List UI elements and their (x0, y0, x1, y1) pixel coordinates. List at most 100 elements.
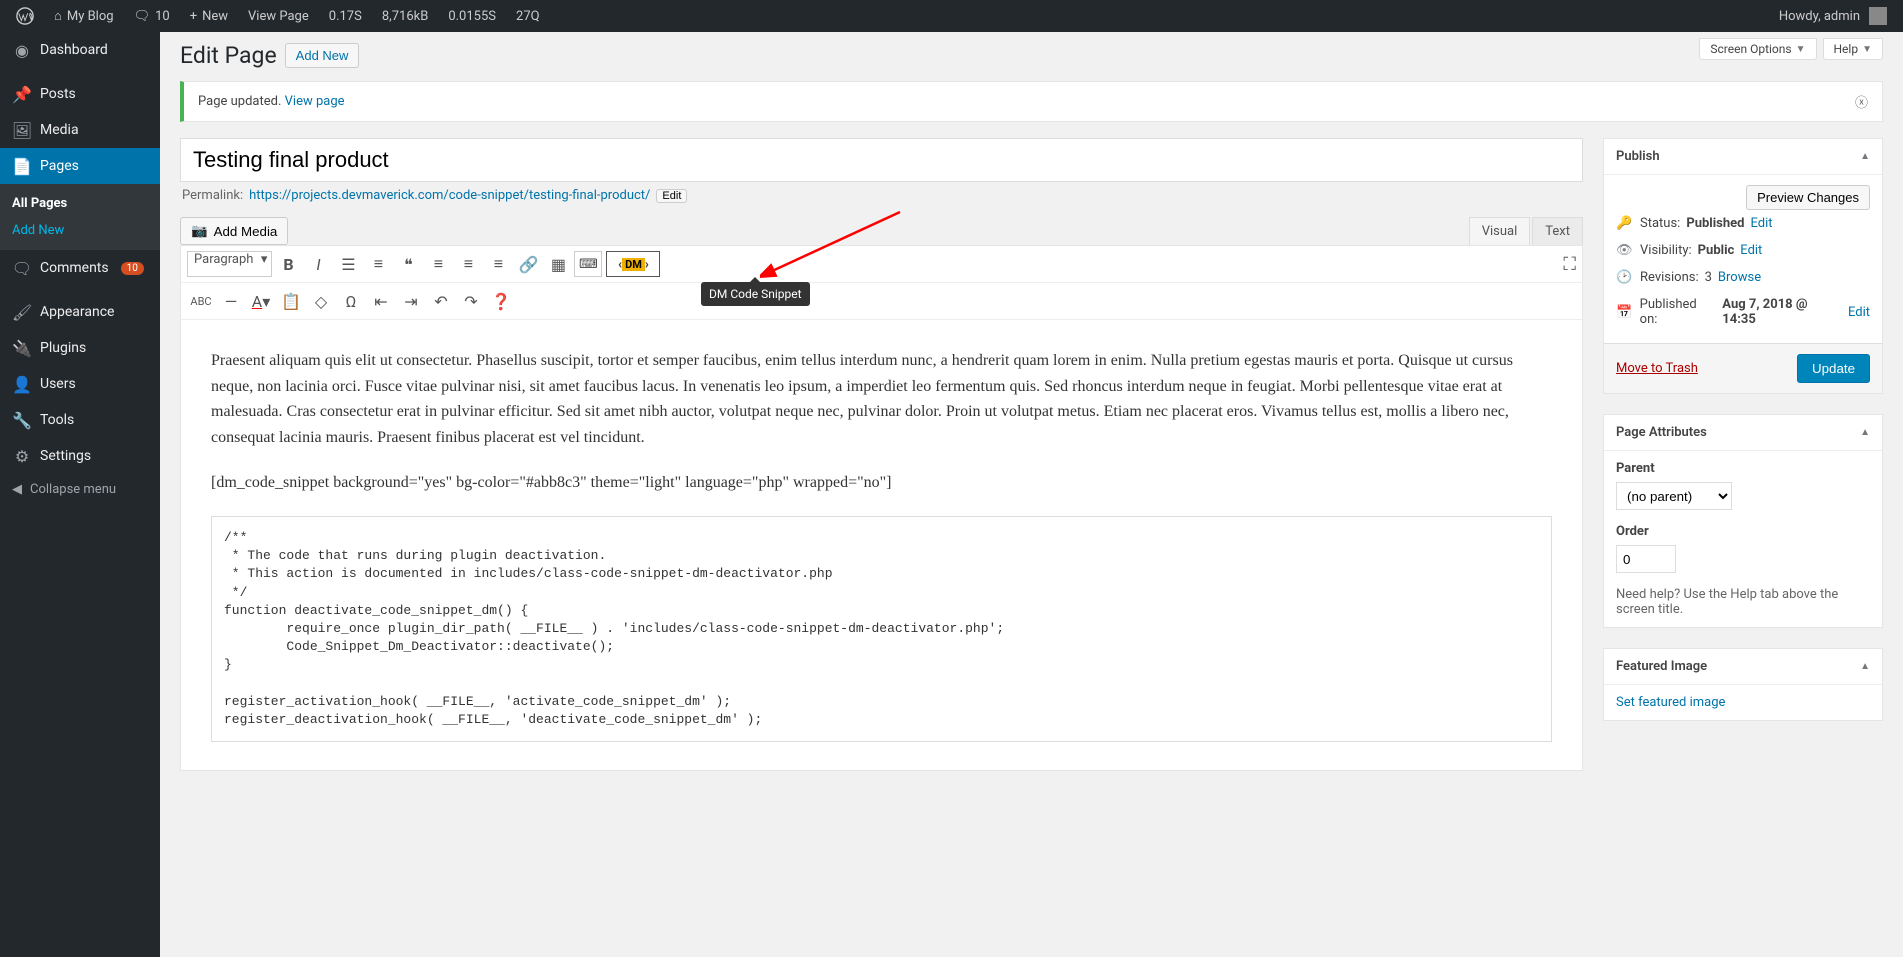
revisions-browse[interactable]: Browse (1718, 270, 1761, 285)
content-shortcode: [dm_code_snippet background="yes" bg-col… (211, 470, 1552, 496)
code-snippet: /** * The code that runs during plugin d… (211, 516, 1552, 742)
move-trash-link[interactable]: Move to Trash (1616, 361, 1698, 376)
status-label: Status: (1640, 216, 1680, 231)
publish-panel-header[interactable]: Publish▲ (1604, 139, 1882, 175)
published-edit[interactable]: Edit (1848, 305, 1870, 320)
visibility-edit[interactable]: Edit (1740, 243, 1762, 258)
textcolor-button[interactable]: A▾ (247, 287, 275, 315)
sidebar-users[interactable]: 👤Users (0, 366, 160, 402)
calendar-icon: 📅 (1616, 305, 1634, 320)
wrench-icon: 🔧 (12, 410, 32, 430)
update-notice: Page updated. View page ⓧ (180, 81, 1883, 122)
format-select[interactable]: Paragraph ▾ (187, 251, 272, 277)
indent-button[interactable]: ⇥ (397, 287, 425, 315)
fullscreen-button[interactable]: ⛶ (1563, 254, 1576, 275)
media-icon: 🖼 (12, 120, 32, 140)
sidebar-plugins[interactable]: 🔌Plugins (0, 330, 160, 366)
sidebar-all-pages[interactable]: All Pages (0, 190, 160, 217)
blockquote-button[interactable]: ❝ (394, 250, 422, 278)
align-right-button[interactable]: ≡ (484, 250, 512, 278)
status-edit[interactable]: Edit (1750, 216, 1772, 231)
page-title: Edit Page (180, 42, 277, 69)
comment-icon: 🗨 (12, 258, 32, 278)
clear-format-button[interactable]: ◇ (307, 287, 335, 315)
howdy-link[interactable]: Howdy, admin (1771, 0, 1895, 32)
italic-button[interactable]: I (304, 250, 332, 278)
help-button[interactable]: Help ▼ (1823, 38, 1884, 60)
collapse-icon: ◀ (12, 482, 22, 497)
redo-button[interactable]: ↷ (457, 287, 485, 315)
page-icon: 📄 (12, 156, 32, 176)
comments-link[interactable]: 🗨10 (126, 0, 178, 32)
published-label: Published on: (1640, 297, 1717, 327)
set-featured-link[interactable]: Set featured image (1616, 695, 1725, 710)
editor-content[interactable]: Praesent aliquam quis elit ut consectetu… (181, 320, 1582, 770)
chevron-up-icon: ▲ (1860, 661, 1870, 672)
key-icon: 🔑 (1616, 216, 1634, 231)
strikethrough-button[interactable]: ABC (187, 287, 215, 315)
permalink-label: Permalink: (182, 188, 243, 203)
sidebar-appearance[interactable]: 🖌Appearance (0, 294, 160, 330)
tab-visual[interactable]: Visual (1469, 217, 1531, 245)
sidebar-pages[interactable]: 📄Pages (0, 148, 160, 184)
attributes-panel-header[interactable]: Page Attributes▲ (1604, 415, 1882, 451)
view-page-link[interactable]: View Page (240, 0, 317, 32)
preview-button[interactable]: Preview Changes (1746, 185, 1870, 210)
sidebar-tools[interactable]: 🔧Tools (0, 402, 160, 438)
bullet-list-button[interactable]: ☰ (334, 250, 362, 278)
site-link[interactable]: ⌂My Blog (46, 0, 122, 32)
hr-button[interactable]: — (217, 287, 245, 315)
user-icon: 👤 (12, 374, 32, 394)
link-button[interactable]: 🔗 (514, 250, 542, 278)
sidebar-comments[interactable]: 🗨Comments10 (0, 250, 160, 286)
dismiss-notice[interactable]: ⓧ (1855, 92, 1868, 111)
bold-button[interactable]: B (274, 250, 302, 278)
special-char-button[interactable]: Ω (337, 287, 365, 315)
outdent-button[interactable]: ⇤ (367, 287, 395, 315)
dm-code-snippet-button[interactable]: ‹DM› (606, 251, 660, 277)
stat-mem: 8,716kB (374, 0, 436, 32)
sidebar-add-new[interactable]: Add New (0, 217, 160, 244)
brush-icon: 🖌 (12, 302, 32, 322)
add-media-button[interactable]: 📷Add Media (180, 217, 288, 245)
wp-logo[interactable] (8, 0, 42, 32)
align-center-button[interactable]: ≡ (454, 250, 482, 278)
post-title-input[interactable] (180, 138, 1583, 182)
readmore-button[interactable]: ▦ (544, 250, 572, 278)
admin-top-bar: ⌂My Blog 🗨10 +New View Page 0.17S 8,716k… (0, 0, 1903, 32)
collapse-menu[interactable]: ◀Collapse menu (0, 474, 160, 505)
eye-icon: 👁 (1616, 243, 1634, 258)
permalink-url[interactable]: https://projects.devmaverick.com/code-sn… (249, 188, 650, 203)
chevron-up-icon: ▲ (1860, 151, 1870, 162)
view-page-link[interactable]: View page (285, 94, 345, 109)
stat-time: 0.17S (321, 0, 370, 32)
sidebar-settings[interactable]: ⚙Settings (0, 438, 160, 474)
pin-icon: 📌 (12, 84, 32, 104)
add-new-button[interactable]: Add New (285, 43, 360, 68)
new-link[interactable]: +New (182, 0, 236, 32)
sidebar-pages-submenu: All Pages Add New (0, 184, 160, 250)
order-input[interactable] (1616, 545, 1676, 573)
notice-text: Page updated. (198, 94, 281, 109)
paste-button[interactable]: 📋 (277, 287, 305, 315)
undo-button[interactable]: ↶ (427, 287, 455, 315)
help-editor-button[interactable]: ❓ (487, 287, 515, 315)
align-left-button[interactable]: ≡ (424, 250, 452, 278)
sidebar-media[interactable]: 🖼Media (0, 112, 160, 148)
sidebar-dashboard[interactable]: ◉Dashboard (0, 32, 160, 68)
stat-queries: 27Q (508, 0, 548, 32)
sidebar-posts[interactable]: 📌Posts (0, 76, 160, 112)
toolbar-toggle-button[interactable]: ⌨ (574, 251, 602, 277)
permalink-edit-button[interactable]: Edit (656, 189, 687, 203)
plug-icon: 🔌 (12, 338, 32, 358)
screen-options-button[interactable]: Screen Options ▼ (1699, 38, 1816, 60)
stat-db: 0.0155S (440, 0, 504, 32)
parent-select[interactable]: (no parent) (1616, 482, 1732, 510)
visibility-value: Public (1698, 243, 1735, 258)
page-attributes-panel: Page Attributes▲ Parent (no parent) Orde… (1603, 414, 1883, 628)
tab-text[interactable]: Text (1532, 217, 1583, 245)
featured-panel-header[interactable]: Featured Image▲ (1604, 649, 1882, 685)
update-button[interactable]: Update (1797, 354, 1870, 383)
camera-icon: 📷 (191, 223, 208, 239)
numbered-list-button[interactable]: ≡ (364, 250, 392, 278)
